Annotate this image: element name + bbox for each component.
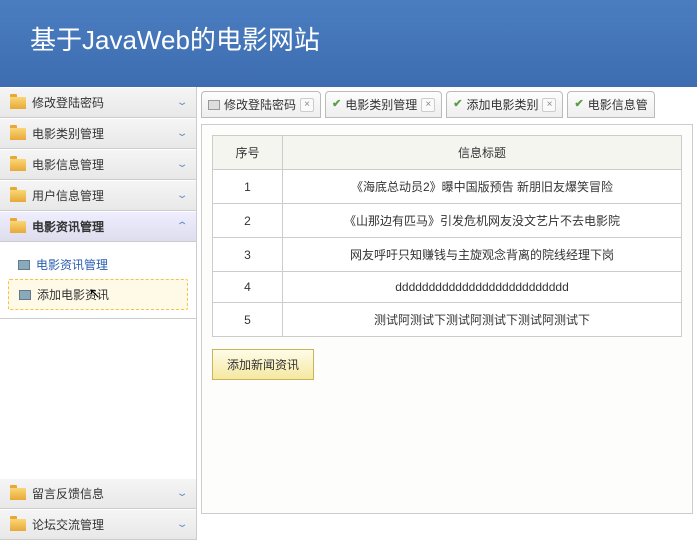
submenu-item-add-news[interactable]: 添加电影资讯 ↖ — [8, 279, 188, 310]
chevron-down-icon: ⌄ — [176, 159, 189, 170]
close-icon[interactable]: × — [300, 98, 314, 112]
table-row[interactable]: 1《海底总动员2》曝中国版预告 新朋旧友爆笑冒险 — [213, 170, 682, 204]
sidebar-item-movie-news[interactable]: 电影资讯管理 ⌃ — [0, 211, 196, 242]
sidebar-item-user-info[interactable]: 用户信息管理 ⌄ — [0, 180, 196, 211]
chevron-down-icon: ⌄ — [176, 97, 189, 108]
sidebar-item-category[interactable]: 电影类别管理 ⌄ — [0, 118, 196, 149]
tab-movie-info[interactable]: ✔ 电影信息管 — [567, 91, 654, 118]
check-icon: ✔ — [453, 99, 462, 110]
check-icon: ✔ — [332, 99, 341, 110]
sidebar-item-feedback[interactable]: 留言反馈信息 ⌄ — [0, 478, 196, 509]
tab-password[interactable]: 修改登陆密码 × — [201, 91, 321, 118]
folder-icon — [10, 221, 26, 233]
table-row[interactable]: 4dddddddddddddddddddddddddd — [213, 272, 682, 303]
content-panel: 序号 信息标题 1《海底总动员2》曝中国版预告 新朋旧友爆笑冒险 2《山那边有匹… — [201, 124, 693, 514]
chevron-down-icon: ⌄ — [176, 128, 189, 139]
sidebar-item-forum[interactable]: 论坛交流管理 ⌄ — [0, 509, 196, 540]
table-row[interactable]: 3网友呼吁只知赚钱与主旋观念背离的院线经理下岗 — [213, 238, 682, 272]
content-area: 修改登陆密码 × ✔ 电影类别管理 × ✔ 添加电影类别 × ✔ 电影信息管 — [197, 87, 697, 540]
check-icon: ✔ — [574, 99, 583, 110]
page-header: 基于JavaWeb的电影网站 — [0, 0, 697, 87]
chevron-down-icon: ⌄ — [176, 190, 189, 201]
folder-icon — [10, 128, 26, 140]
folder-icon — [10, 97, 26, 109]
sidebar-item-password[interactable]: 修改登陆密码 ⌄ — [0, 87, 196, 118]
page-title: 基于JavaWeb的电影网站 — [30, 25, 320, 55]
chevron-down-icon: ⌄ — [176, 519, 189, 530]
doc-icon — [208, 100, 220, 110]
folder-icon — [10, 519, 26, 531]
close-icon[interactable]: × — [421, 98, 435, 112]
sidebar: 修改登陆密码 ⌄ 电影类别管理 ⌄ 电影信息管理 ⌄ 用户信息管理 ⌄ 电影资讯… — [0, 87, 197, 540]
news-table: 序号 信息标题 1《海底总动员2》曝中国版预告 新朋旧友爆笑冒险 2《山那边有匹… — [212, 135, 682, 337]
doc-icon — [19, 290, 31, 300]
add-news-button[interactable]: 添加新闻资讯 — [212, 349, 314, 380]
folder-icon — [10, 159, 26, 171]
folder-icon — [10, 190, 26, 202]
close-icon[interactable]: × — [542, 98, 556, 112]
tab-category[interactable]: ✔ 电影类别管理 × — [325, 91, 442, 118]
table-row[interactable]: 2《山那边有匹马》引发危机网友没文艺片不去电影院 — [213, 204, 682, 238]
submenu-item-news-manage[interactable]: 电影资讯管理 — [8, 250, 188, 279]
table-header-title: 信息标题 — [283, 136, 682, 170]
table-header-seq: 序号 — [213, 136, 283, 170]
tabs-bar: 修改登陆密码 × ✔ 电影类别管理 × ✔ 添加电影类别 × ✔ 电影信息管 — [201, 91, 697, 118]
doc-icon — [18, 260, 30, 270]
folder-icon — [10, 488, 26, 500]
submenu: 电影资讯管理 添加电影资讯 ↖ — [0, 242, 196, 319]
table-row[interactable]: 5测试阿测试下测试阿测试下测试阿测试下 — [213, 303, 682, 337]
chevron-up-icon: ⌃ — [176, 221, 189, 232]
chevron-down-icon: ⌄ — [176, 488, 189, 499]
tab-add-category[interactable]: ✔ 添加电影类别 × — [446, 91, 563, 118]
sidebar-item-movie-info[interactable]: 电影信息管理 ⌄ — [0, 149, 196, 180]
